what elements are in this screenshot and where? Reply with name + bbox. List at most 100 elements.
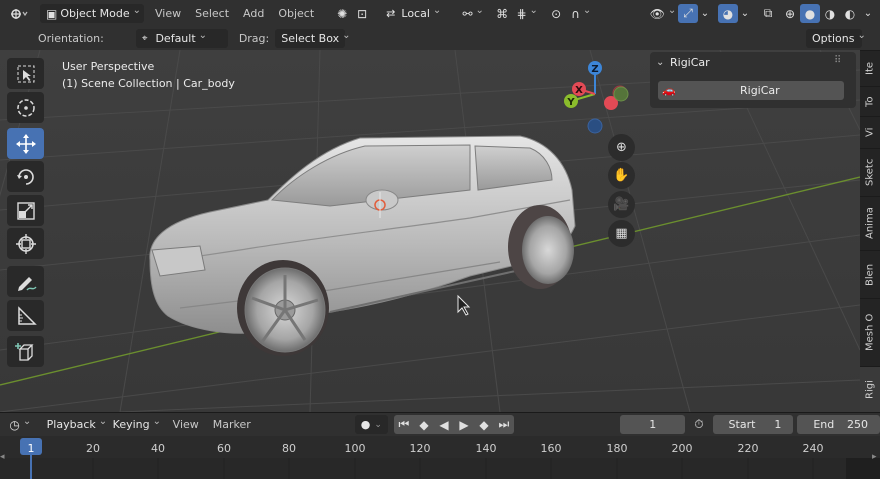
xray-toggle-icon[interactable]: ⧉	[758, 4, 778, 23]
next-keyframe-icon[interactable]: ◆	[474, 415, 494, 434]
scene-collection-label: (1) Scene Collection | Car_body	[62, 77, 235, 90]
rigicar-panel: ⌄ RigiCar ⠿ 🚗 RigiCar	[650, 52, 856, 108]
gizmo-neg-y[interactable]	[613, 86, 629, 102]
timeline-view-menu[interactable]: View	[173, 418, 199, 431]
jump-start-icon[interactable]: ⏮	[394, 415, 414, 434]
end-frame-field[interactable]: End 250	[797, 415, 880, 434]
visibility-eye-icon[interactable]: 👁	[648, 4, 678, 23]
add-cube-tool[interactable]	[7, 336, 44, 367]
tab-view[interactable]: Vi	[860, 116, 880, 148]
camera-view-icon[interactable]: 🎥	[608, 191, 635, 218]
orientation-icon: ⌖	[141, 33, 148, 44]
orientation-dropdown[interactable]: ⌖ Default	[135, 29, 228, 48]
scale-tool[interactable]	[7, 195, 44, 226]
pan-hand-icon[interactable]: ✋	[608, 162, 635, 189]
timeline-body[interactable]: 1 20 40 60 80 100 120 140 160 180 200 22…	[0, 436, 880, 479]
tab-tool[interactable]: To	[860, 86, 880, 116]
cursor-tool[interactable]	[7, 92, 44, 123]
panel-drag-icon[interactable]: ⠿	[834, 55, 842, 66]
transform-tool[interactable]	[7, 228, 44, 259]
end-value: 250	[847, 418, 868, 431]
car-icon: 🚗	[662, 84, 676, 97]
material-shading-icon[interactable]: ◑	[820, 4, 840, 23]
add-cube-icon	[14, 342, 34, 361]
drag-label: Drag:	[238, 32, 270, 45]
gizmo-neg-z[interactable]	[587, 118, 603, 134]
play-reverse-icon[interactable]: ◀	[434, 415, 454, 434]
prev-keyframe-icon[interactable]: ◆	[414, 415, 434, 434]
tab-item[interactable]: Ite	[860, 50, 880, 86]
menu-add[interactable]: Add	[243, 7, 264, 20]
playback-menu[interactable]: Playback	[41, 415, 107, 434]
menu-object[interactable]: Object	[278, 7, 314, 20]
object-mode-icon: ▣	[46, 6, 58, 21]
move-tool[interactable]	[7, 128, 44, 159]
local-axes-icon: ⇄	[386, 7, 396, 20]
move-icon	[15, 133, 36, 154]
tab-mesh-online[interactable]: Mesh O	[860, 298, 880, 366]
timeline-scroll-right-icon[interactable]: ▸	[872, 452, 877, 462]
start-frame-field[interactable]: Start 1	[712, 415, 794, 434]
annotate-pencil-icon	[17, 276, 37, 291]
timeline-editor-icon[interactable]: ◷	[6, 415, 35, 434]
annotate-tool[interactable]	[7, 266, 44, 297]
keying-menu[interactable]: Keying	[107, 415, 165, 434]
rotate-tool[interactable]	[7, 161, 44, 192]
menu-view[interactable]: View	[155, 7, 181, 20]
gizmo-toggle-icon[interactable]: ⤢	[678, 4, 698, 23]
current-frame-value: 1	[649, 418, 657, 431]
ruler-tick: 20	[86, 442, 100, 455]
shading-dropdown-icon[interactable]: ⌄	[860, 4, 876, 23]
viewport-header: ▣ Object Mode View Select Add Object ✺ ⊡…	[0, 0, 880, 27]
mode-selector[interactable]: ▣ Object Mode	[40, 4, 144, 23]
tab-rigicar[interactable]: Rigi	[860, 366, 880, 412]
tab-animation[interactable]: Anima	[860, 196, 880, 250]
select-box-tool[interactable]	[7, 58, 44, 89]
pivot-point-icon[interactable]: ⚯	[458, 4, 488, 23]
ruler-tick: 240	[802, 442, 824, 455]
rigicar-button[interactable]: 🚗 RigiCar	[658, 81, 844, 100]
tab-blenderkit[interactable]: Blen	[860, 250, 880, 298]
editor-type-icon[interactable]	[6, 4, 32, 23]
options-dropdown[interactable]: Options	[806, 29, 862, 48]
ruler-tick: 40	[151, 442, 165, 455]
transform-orientation-dropdown[interactable]: ⇄ Local	[380, 4, 454, 23]
tab-sketchfab[interactable]: Sketc	[860, 148, 880, 196]
transform-affect-icon[interactable]: ✺	[332, 4, 352, 23]
ruler-tick: 160	[540, 442, 562, 455]
ruler-tick: 200	[671, 442, 693, 455]
zoom-icon[interactable]: ⊕	[608, 134, 635, 161]
perspective-grid-icon[interactable]: ▦	[608, 220, 635, 247]
overlay-toggle-icon[interactable]: ◕	[718, 4, 738, 23]
rotate-icon	[16, 168, 34, 185]
panel-title[interactable]: RigiCar	[670, 56, 710, 69]
menu-select[interactable]: Select	[195, 7, 229, 20]
measure-tool[interactable]	[7, 300, 44, 331]
snap-icon[interactable]: ⌘	[492, 4, 512, 23]
mode-label: Object Mode	[60, 7, 130, 20]
overlay-dropdown-icon[interactable]: ⌄	[738, 4, 752, 23]
3d-viewport[interactable]: User Perspective (1) Scene Collection | …	[0, 50, 860, 412]
snap-target-icon[interactable]: ⋕	[512, 4, 542, 23]
solid-shading-icon[interactable]: ●	[800, 4, 820, 23]
pivot-box-icon[interactable]: ⊡	[352, 4, 372, 23]
timeline-marker-menu[interactable]: Marker	[213, 418, 251, 431]
rendered-shading-icon[interactable]: ◐	[840, 4, 860, 23]
navigation-gizmo[interactable]: X Y Z	[555, 58, 635, 138]
jump-end-icon[interactable]: ⏭	[494, 415, 514, 434]
stopwatch-icon[interactable]: ⏱	[689, 415, 708, 434]
proportional-edit-icon[interactable]: ⊙	[546, 4, 566, 23]
current-frame-field[interactable]: 1	[619, 415, 686, 434]
panel-collapse-icon[interactable]: ⌄	[656, 57, 664, 68]
wireframe-shading-icon[interactable]: ⊕	[780, 4, 800, 23]
record-button[interactable]: ● ⌄	[354, 415, 388, 434]
gizmo-dropdown-icon[interactable]: ⌄	[698, 4, 712, 23]
sidebar-tabs: Ite To Vi Sketc Anima Blen Mesh O Rigi	[860, 50, 880, 412]
start-label: Start	[728, 418, 756, 431]
record-dropdown-icon: ⌄	[374, 419, 382, 430]
falloff-curve-icon[interactable]: ∩	[566, 4, 596, 23]
timeline-scroll-left-icon[interactable]: ◂	[0, 452, 5, 462]
playback-label: Playback	[46, 418, 96, 431]
play-icon[interactable]: ▶	[454, 415, 474, 434]
drag-dropdown[interactable]: Select Box	[275, 29, 346, 48]
